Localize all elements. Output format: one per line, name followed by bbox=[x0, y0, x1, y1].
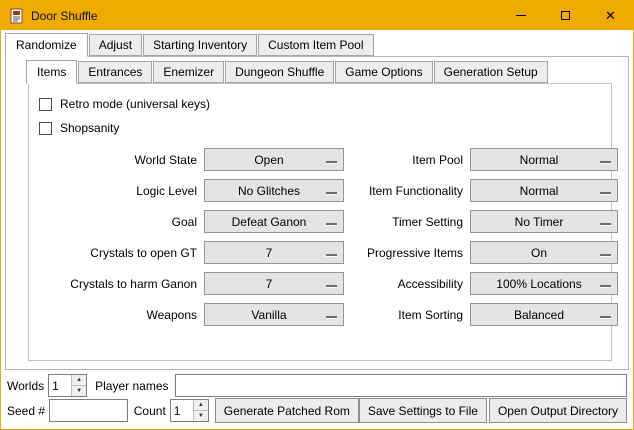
bottom-bar: Worlds ▲ ▼ Player names Seed # Count bbox=[1, 370, 633, 429]
crystals-gt-dropdown[interactable]: 7 bbox=[204, 241, 344, 264]
dropdown-indicator-icon bbox=[600, 192, 611, 195]
tab-randomize[interactable]: Randomize bbox=[5, 33, 88, 57]
tab-game-options[interactable]: Game Options bbox=[335, 61, 432, 83]
worlds-stepper[interactable]: ▲ ▼ bbox=[48, 374, 87, 397]
items-pane: Retro mode (universal keys) Shopsanity W… bbox=[28, 83, 612, 361]
close-button[interactable]: ✕ bbox=[588, 1, 633, 30]
dropdown-indicator-icon bbox=[326, 223, 337, 226]
retro-mode-row: Retro mode (universal keys) bbox=[39, 92, 611, 116]
tab-dungeon-shuffle[interactable]: Dungeon Shuffle bbox=[225, 61, 334, 83]
worlds-decrement-icon[interactable]: ▼ bbox=[72, 386, 86, 396]
goal-label: Goal bbox=[39, 215, 197, 229]
accessibility-label: Accessibility bbox=[351, 277, 463, 291]
tab-custom-item-pool[interactable]: Custom Item Pool bbox=[258, 34, 373, 56]
worlds-stepper-arrows: ▲ ▼ bbox=[71, 375, 86, 396]
crystals-ganon-dropdown[interactable]: 7 bbox=[204, 272, 344, 295]
tab-items[interactable]: Items bbox=[26, 60, 77, 84]
seed-row: Seed # Count ▲ ▼ Generate Patched Rom Sa… bbox=[7, 398, 627, 423]
item-functionality-dropdown[interactable]: Normal bbox=[470, 179, 618, 202]
world-state-label: World State bbox=[39, 153, 197, 167]
count-label: Count bbox=[134, 404, 166, 418]
titlebar[interactable]: Door Shuffle ✕ bbox=[1, 1, 633, 30]
tab-adjust[interactable]: Adjust bbox=[89, 34, 142, 56]
progressive-items-dropdown[interactable]: On bbox=[470, 241, 618, 264]
tab-entrances[interactable]: Entrances bbox=[78, 61, 152, 83]
player-names-input[interactable] bbox=[175, 374, 628, 397]
shopsanity-row: Shopsanity bbox=[39, 116, 611, 140]
retro-mode-checkbox[interactable] bbox=[39, 98, 52, 111]
item-functionality-label: Item Functionality bbox=[351, 184, 463, 198]
tab-enemizer[interactable]: Enemizer bbox=[153, 61, 224, 83]
player-names-label: Player names bbox=[95, 379, 168, 393]
logic-level-dropdown[interactable]: No Glitches bbox=[204, 179, 344, 202]
dropdown-indicator-icon bbox=[600, 285, 611, 288]
dropdown-indicator-icon bbox=[326, 192, 337, 195]
retro-mode-label: Retro mode (universal keys) bbox=[60, 97, 210, 111]
count-decrement-icon[interactable]: ▼ bbox=[194, 411, 208, 421]
crystals-gt-label: Crystals to open GT bbox=[39, 246, 197, 260]
dropdown-indicator-icon bbox=[326, 285, 337, 288]
maximize-button[interactable] bbox=[543, 1, 588, 30]
logic-level-label: Logic Level bbox=[39, 184, 197, 198]
worlds-input[interactable] bbox=[49, 375, 71, 396]
minimize-icon bbox=[516, 15, 526, 16]
randomize-pane: Items Entrances Enemizer Dungeon Shuffle… bbox=[5, 56, 629, 370]
shopsanity-checkbox[interactable] bbox=[39, 122, 52, 135]
seed-label: Seed # bbox=[7, 404, 45, 418]
seed-input[interactable] bbox=[49, 399, 128, 422]
dropdown-indicator-icon bbox=[326, 316, 337, 319]
dropdown-indicator-icon bbox=[600, 254, 611, 257]
worlds-label: Worlds bbox=[7, 379, 44, 393]
close-icon: ✕ bbox=[605, 9, 616, 22]
dropdown-indicator-icon bbox=[326, 254, 337, 257]
app-window: Door Shuffle ✕ Randomize Adjust Starting… bbox=[0, 0, 634, 430]
minimize-button[interactable] bbox=[498, 1, 543, 30]
item-sorting-label: Item Sorting bbox=[351, 308, 463, 322]
worlds-row: Worlds ▲ ▼ Player names bbox=[7, 373, 627, 398]
item-pool-label: Item Pool bbox=[351, 153, 463, 167]
open-output-directory-button[interactable]: Open Output Directory bbox=[489, 398, 627, 423]
accessibility-dropdown[interactable]: 100% Locations bbox=[470, 272, 618, 295]
tab-generation-setup[interactable]: Generation Setup bbox=[434, 61, 548, 83]
dropdown-indicator-icon bbox=[600, 161, 611, 164]
timer-setting-label: Timer Setting bbox=[351, 215, 463, 229]
inner-tab-bar: Items Entrances Enemizer Dungeon Shuffle… bbox=[6, 57, 628, 83]
tab-starting-inventory[interactable]: Starting Inventory bbox=[143, 34, 257, 56]
count-stepper-arrows: ▲ ▼ bbox=[193, 400, 208, 421]
options-grid: World State Open Item Pool Normal Logic … bbox=[39, 148, 611, 326]
window-title: Door Shuffle bbox=[31, 9, 98, 23]
shopsanity-label: Shopsanity bbox=[60, 121, 119, 135]
count-input[interactable] bbox=[171, 400, 193, 421]
weapons-dropdown[interactable]: Vanilla bbox=[204, 303, 344, 326]
window-controls: ✕ bbox=[498, 1, 633, 30]
worlds-increment-icon[interactable]: ▲ bbox=[72, 375, 86, 386]
item-pool-dropdown[interactable]: Normal bbox=[470, 148, 618, 171]
weapons-label: Weapons bbox=[39, 308, 197, 322]
dropdown-indicator-icon bbox=[326, 161, 337, 164]
maximize-icon bbox=[561, 11, 570, 20]
generate-patched-rom-button[interactable]: Generate Patched Rom bbox=[215, 398, 359, 423]
save-settings-button[interactable]: Save Settings to File bbox=[359, 398, 487, 423]
goal-dropdown[interactable]: Defeat Ganon bbox=[204, 210, 344, 233]
window-content: Randomize Adjust Starting Inventory Cust… bbox=[1, 30, 633, 429]
timer-setting-dropdown[interactable]: No Timer bbox=[470, 210, 618, 233]
crystals-ganon-label: Crystals to harm Ganon bbox=[39, 277, 197, 291]
item-sorting-dropdown[interactable]: Balanced bbox=[470, 303, 618, 326]
app-icon bbox=[9, 8, 25, 24]
world-state-dropdown[interactable]: Open bbox=[204, 148, 344, 171]
count-stepper[interactable]: ▲ ▼ bbox=[170, 399, 209, 422]
count-increment-icon[interactable]: ▲ bbox=[194, 400, 208, 411]
dropdown-indicator-icon bbox=[600, 316, 611, 319]
dropdown-indicator-icon bbox=[600, 223, 611, 226]
outer-tab-bar: Randomize Adjust Starting Inventory Cust… bbox=[1, 30, 633, 56]
progressive-items-label: Progressive Items bbox=[351, 246, 463, 260]
